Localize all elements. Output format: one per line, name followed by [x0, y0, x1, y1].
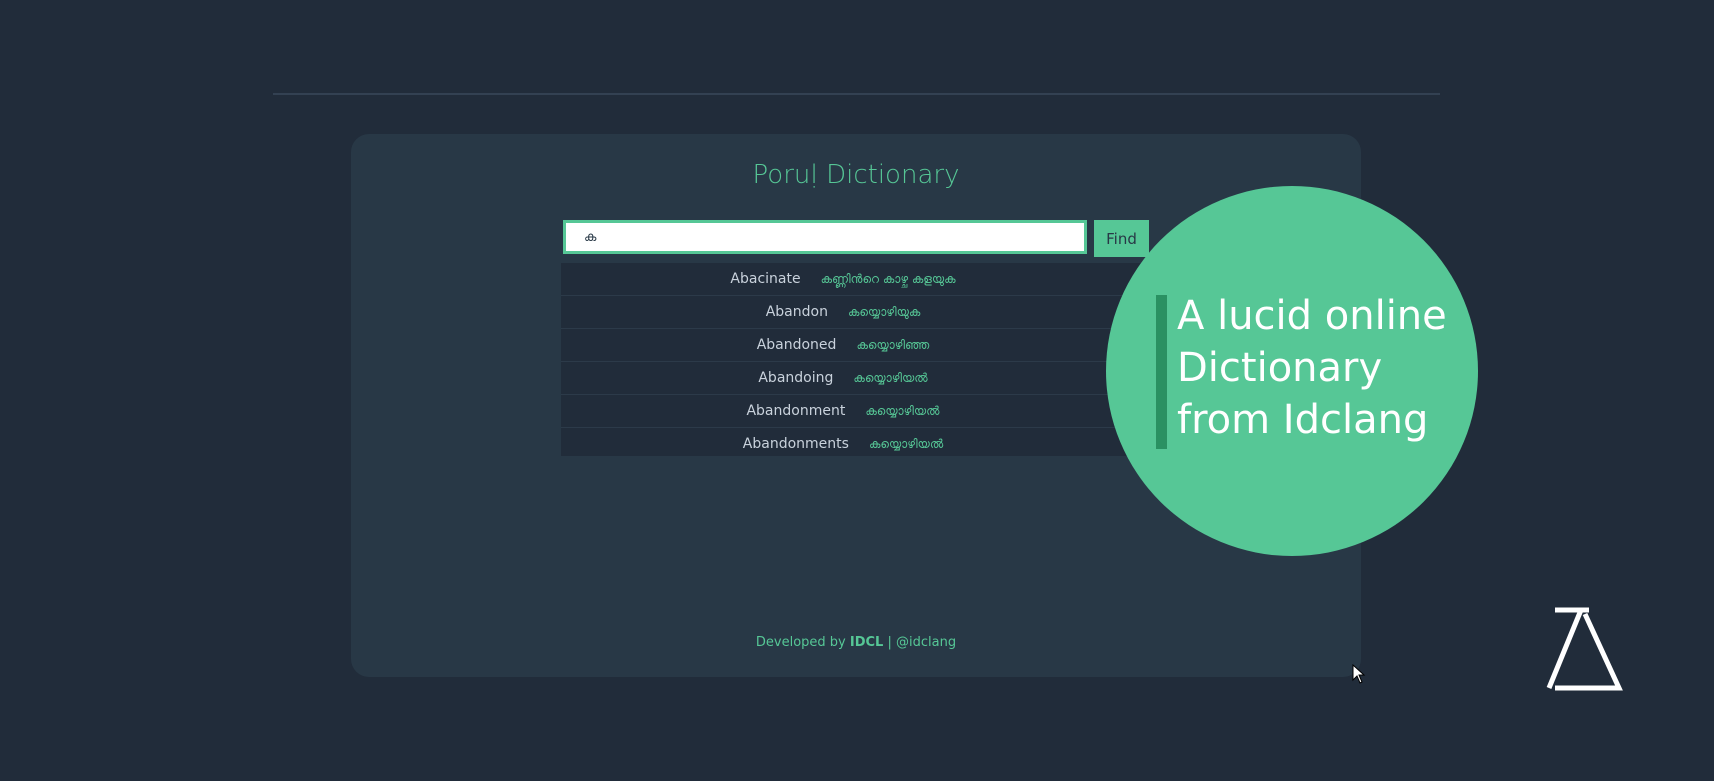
top-divider [273, 93, 1440, 95]
find-button[interactable]: Find [1094, 220, 1149, 257]
result-word: Abandon [765, 304, 828, 320]
result-row[interactable]: Abandonment കയ്യൊഴിയൽ [561, 395, 1161, 428]
page-title: Poruḷ Dictionary [752, 160, 960, 190]
result-word: Abandoned [756, 337, 837, 353]
result-row[interactable]: Abandon കയ്യൊഴിയുക [561, 296, 1161, 329]
result-row[interactable]: Abandonments കയ്യൊഴിയൽ [561, 428, 1161, 456]
promo-accent-bar [1156, 295, 1167, 449]
mouse-pointer-icon [1352, 664, 1366, 684]
result-meaning: കയ്യൊഴിഞ്ഞ [856, 337, 930, 352]
result-row[interactable]: Abandoned കയ്യൊഴിഞ്ഞ [561, 329, 1161, 362]
result-word: Abandonments [742, 436, 849, 452]
footer-separator: | [887, 635, 892, 650]
result-meaning: കണ്ണിൻറെ കാഴ്ച കളയുക [820, 271, 956, 286]
result-word: Abandonment [746, 403, 846, 419]
result-meaning: കയ്യൊഴിയൽ [868, 436, 944, 451]
promo-tagline: A lucid online Dictionary from Idclang [1177, 293, 1447, 443]
result-row[interactable]: Abandoing കയ്യൊഴിയൽ [561, 362, 1161, 395]
footer: Developed by IDCL | @idclang [351, 635, 1361, 650]
result-meaning: കയ്യൊഴിയൽ [865, 403, 940, 418]
footer-prefix: Developed by [755, 635, 846, 650]
lambda-logo [1546, 607, 1623, 691]
result-word: Abandoing [758, 370, 834, 386]
results-list[interactable]: Abacinate കണ്ണിൻറെ കാഴ്ച കളയുക Abandon ക… [561, 263, 1161, 456]
promo-circle: A lucid online Dictionary from Idclang [1106, 186, 1478, 556]
footer-brand-link[interactable]: IDCL [850, 635, 883, 650]
footer-handle-link[interactable]: @idclang [896, 635, 956, 650]
result-meaning: കയ്യൊഴിയുക [847, 304, 921, 319]
result-word: Abacinate [730, 271, 801, 287]
result-row[interactable]: Abacinate കണ്ണിൻറെ കാഴ്ച കളയുക [561, 263, 1161, 296]
result-meaning: കയ്യൊഴിയൽ [853, 370, 928, 385]
search-input[interactable] [563, 220, 1087, 254]
